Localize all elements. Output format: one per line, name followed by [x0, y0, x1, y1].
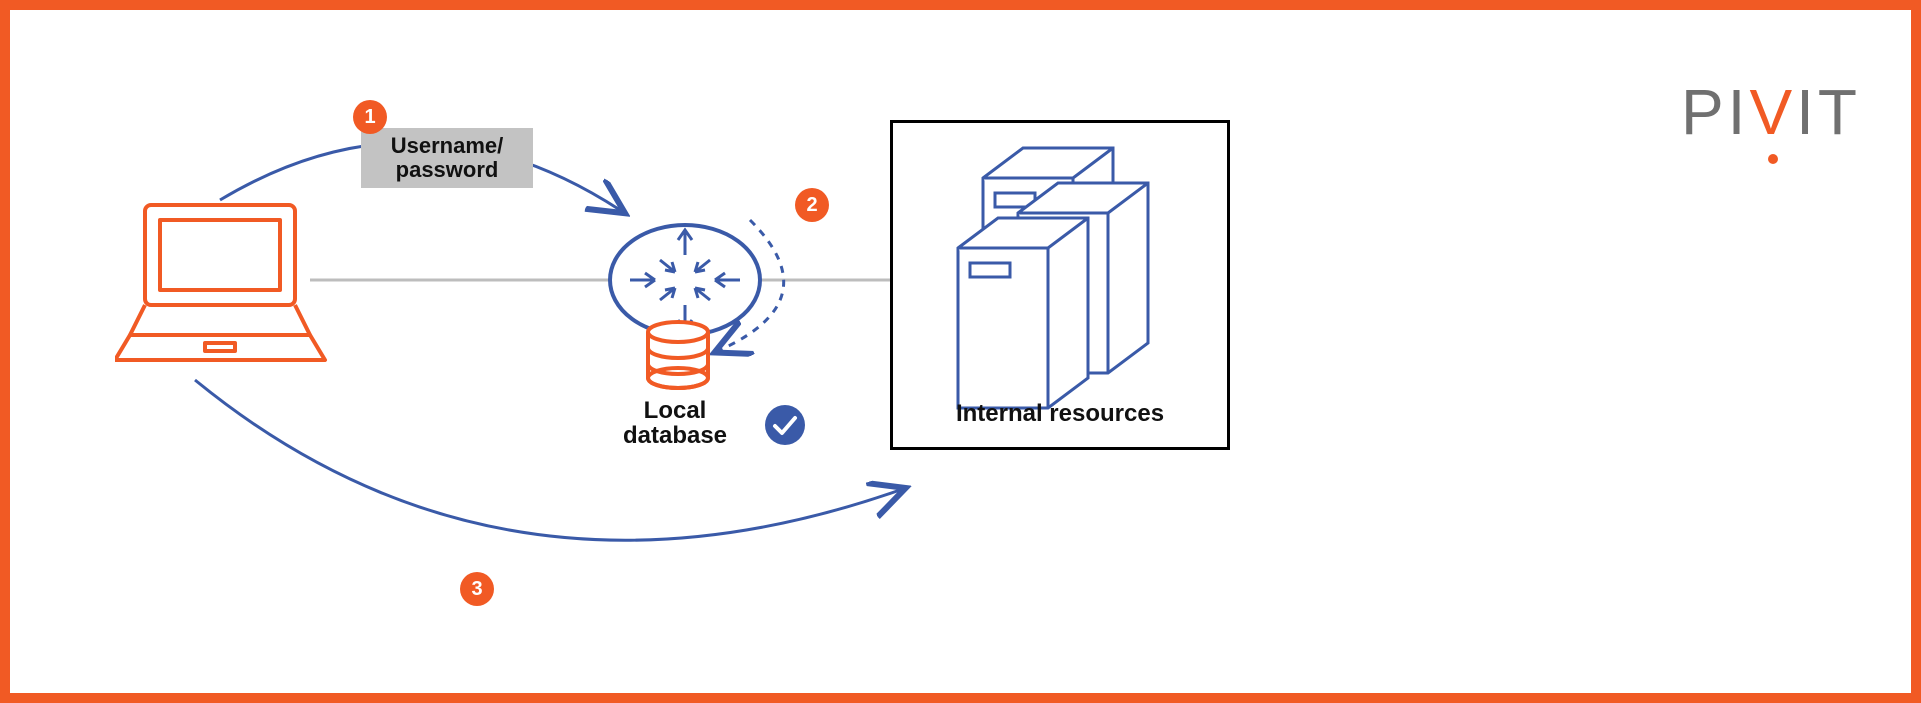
check-icon [765, 405, 805, 445]
diagram-frame: Internal resources Username/ password Lo… [0, 0, 1921, 703]
step-badge-3: 3 [460, 572, 494, 606]
brand-logo: PIVIT [1681, 80, 1861, 144]
step-badge-2: 2 [795, 188, 829, 222]
credentials-line1: Username/ [391, 133, 504, 158]
step-badge-1: 1 [353, 100, 387, 134]
internal-resources-label: Internal resources [890, 400, 1230, 428]
credentials-line2: password [396, 157, 499, 182]
localdb-line1: Local [644, 397, 707, 424]
database-icon [638, 320, 718, 400]
diagram-canvas: Internal resources Username/ password Lo… [20, 20, 1921, 703]
localdb-line2: database [623, 422, 727, 449]
local-database-label: Local database [590, 398, 760, 448]
laptop-icon [115, 195, 335, 375]
credentials-label-box: Username/ password [361, 128, 533, 188]
servers-icon [893, 123, 1227, 447]
